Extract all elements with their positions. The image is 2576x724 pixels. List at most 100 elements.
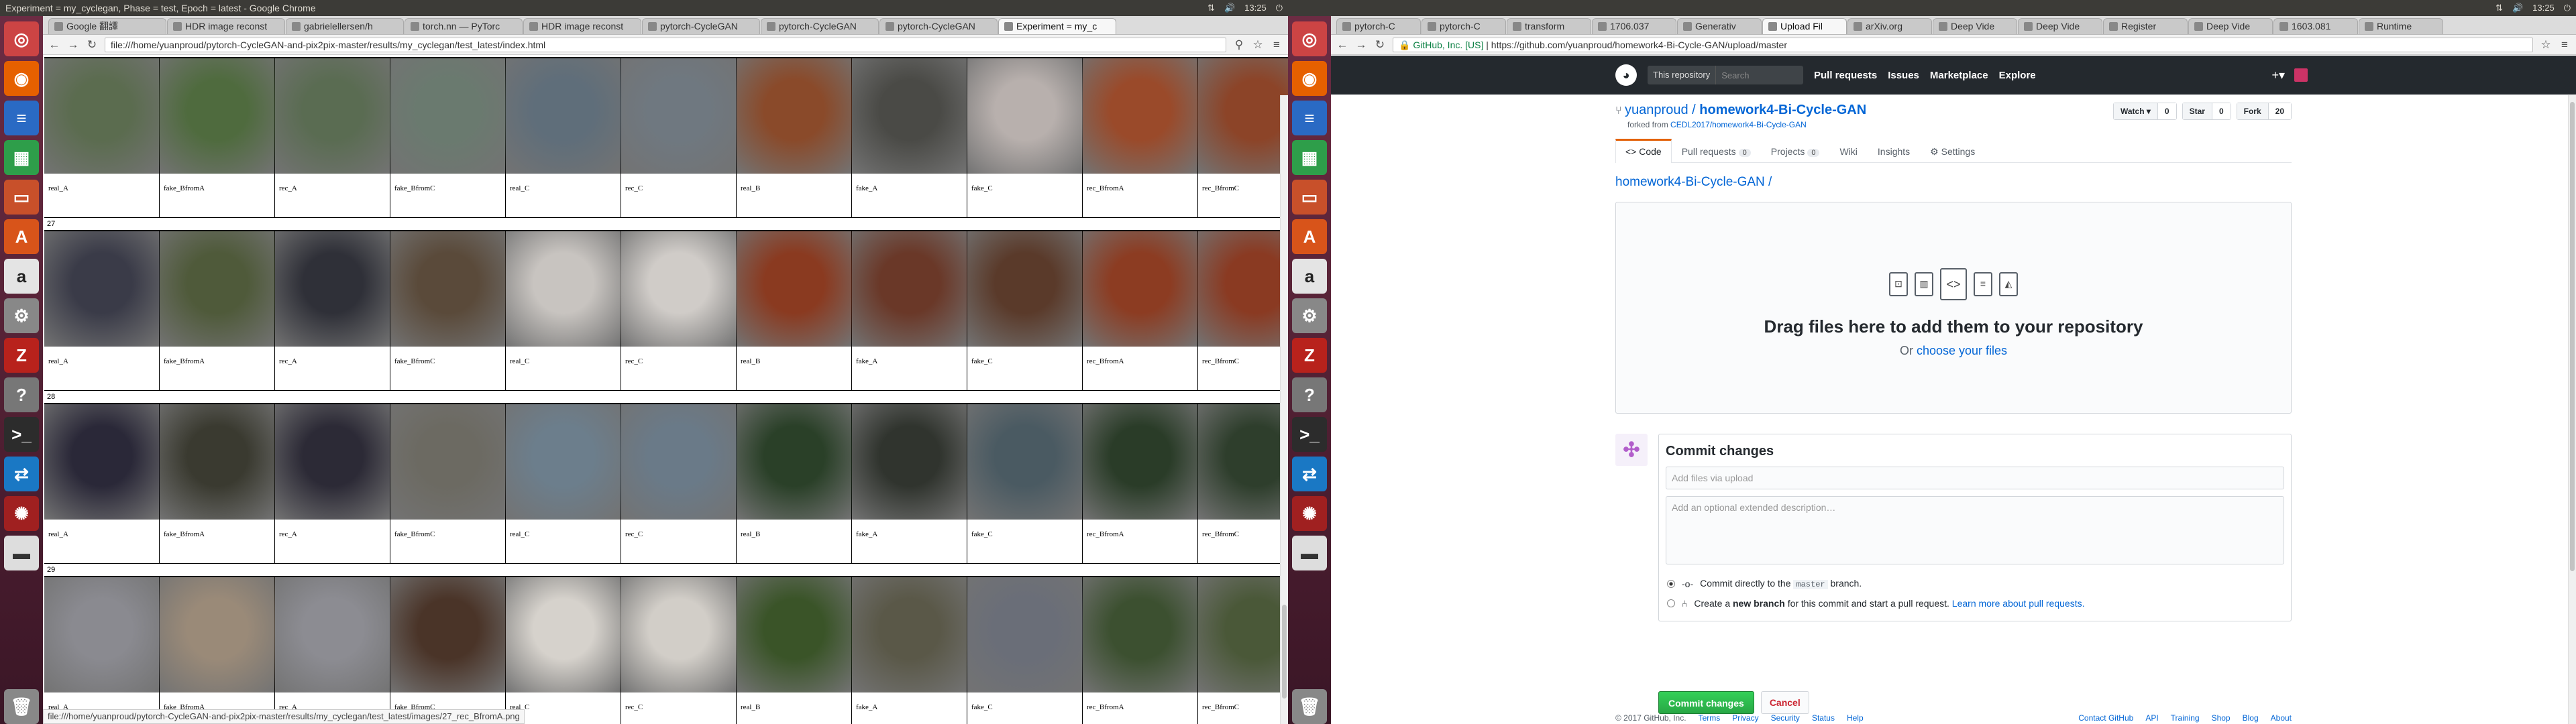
result-image[interactable] [967, 577, 1083, 692]
software-center-icon[interactable]: A [1292, 219, 1327, 254]
clock[interactable]: 13:25 [2532, 0, 2555, 16]
avatar[interactable]: ✣ [1615, 434, 1648, 466]
result-image[interactable] [44, 231, 160, 347]
footer-shop[interactable]: Shop [2212, 713, 2231, 723]
result-image[interactable] [160, 231, 275, 347]
result-image[interactable] [737, 58, 852, 174]
footer-api[interactable]: API [2145, 713, 2158, 723]
drive-icon[interactable]: ▬ [1292, 536, 1327, 570]
result-image[interactable] [967, 58, 1083, 174]
result-image[interactable] [390, 231, 506, 347]
help-icon[interactable]: ? [1292, 377, 1327, 412]
commit-description-textarea[interactable]: Add an optional extended description… [1666, 496, 2284, 564]
trash-icon[interactable]: 🗑 [1292, 689, 1327, 724]
bookmark-star-icon[interactable]: ☆ [2540, 38, 2552, 52]
result-image[interactable] [967, 404, 1083, 520]
upload-dropzone[interactable]: ⊡ ▥ <> ≡ ◭ Drag files here to add them t… [1615, 202, 2292, 414]
result-image[interactable] [44, 404, 160, 520]
drive-icon[interactable]: ▬ [4, 536, 39, 570]
result-image[interactable] [506, 58, 621, 174]
result-image[interactable] [160, 58, 275, 174]
tab[interactable]: gabrielellersen/h [286, 18, 404, 34]
tab[interactable]: HDR image reconst [523, 18, 641, 34]
network-icon[interactable]: ⇅ [1208, 0, 1215, 16]
writer-icon[interactable]: ≡ [4, 101, 39, 135]
unity-app-icon[interactable]: ✺ [1292, 496, 1327, 531]
nav-explore[interactable]: Explore [1999, 70, 2036, 81]
tab[interactable]: Deep Vide [2188, 18, 2273, 34]
nav-marketplace[interactable]: Marketplace [1930, 70, 1988, 81]
settings-icon[interactable]: ⚙ [4, 298, 39, 333]
result-image[interactable] [390, 577, 506, 692]
result-image[interactable] [737, 231, 852, 347]
github-logo-icon[interactable]: ◕ [1615, 64, 1637, 86]
tab-active[interactable]: Experiment = my_c [998, 18, 1116, 34]
result-image[interactable] [621, 58, 737, 174]
tab[interactable]: Register [2103, 18, 2188, 34]
tab[interactable]: Google 翻譯 [48, 18, 166, 34]
result-image[interactable] [737, 404, 852, 520]
amazon-icon[interactable]: a [4, 259, 39, 294]
help-icon[interactable]: ? [4, 377, 39, 412]
volume-icon[interactable]: 🔊 [1224, 0, 1235, 16]
tab[interactable]: transform [1507, 18, 1591, 34]
result-image[interactable] [1083, 58, 1198, 174]
search-box[interactable]: This repository Search [1648, 66, 1803, 84]
result-image[interactable] [275, 404, 390, 520]
result-image[interactable] [1198, 577, 1288, 692]
scrollbar[interactable] [2568, 95, 2576, 724]
result-image[interactable] [1198, 231, 1288, 347]
tab[interactable]: pytorch-CycleGAN [761, 18, 879, 34]
watch-count[interactable]: 0 [2157, 103, 2176, 119]
star-button[interactable]: Star 0 [2182, 103, 2231, 120]
writer-icon[interactable]: ≡ [1292, 101, 1327, 135]
tab[interactable]: Deep Vide [2018, 18, 2102, 34]
teamviewer-icon[interactable]: ⇄ [4, 457, 39, 491]
result-image[interactable] [621, 231, 737, 347]
firefox-icon[interactable]: ◉ [1292, 61, 1327, 96]
footer-status[interactable]: Status [1812, 713, 1835, 723]
tab[interactable]: pytorch-CycleGAN [879, 18, 998, 34]
choose-files-link[interactable]: choose your files [1917, 344, 2007, 357]
commit-branch-option[interactable]: ⑃ Create a new branch for this commit an… [1667, 598, 2084, 609]
tab[interactable]: pytorch-CycleGAN [642, 18, 760, 34]
radio-new-branch[interactable] [1667, 599, 1675, 607]
tab[interactable]: HDR image reconst [167, 18, 285, 34]
nav-pull-requests[interactable]: Pull requests [1814, 70, 1877, 81]
forward-icon[interactable]: → [1355, 38, 1367, 52]
bookmark-star-icon[interactable]: ☆ [1252, 38, 1264, 52]
result-image[interactable] [44, 577, 160, 692]
footer-about[interactable]: About [2271, 713, 2292, 723]
tab-pull-requests[interactable]: Pull requests 0 [1672, 139, 1761, 163]
firefox-icon[interactable]: ◉ [4, 61, 39, 96]
tab[interactable]: Runtime [2359, 18, 2443, 34]
volume-icon[interactable]: 🔊 [2512, 0, 2523, 16]
result-image[interactable] [621, 404, 737, 520]
tab[interactable]: 1706.037 [1592, 18, 1676, 34]
result-image[interactable] [852, 404, 967, 520]
tab[interactable]: Deep Vide [1933, 18, 2017, 34]
result-image[interactable] [506, 231, 621, 347]
scrollbar-thumb[interactable] [2570, 102, 2575, 571]
footer-security[interactable]: Security [1771, 713, 1800, 723]
tab[interactable]: torch.nn — PyTorc [405, 18, 523, 34]
result-image[interactable] [506, 404, 621, 520]
result-image[interactable] [506, 577, 621, 692]
result-image[interactable] [390, 404, 506, 520]
result-image[interactable] [390, 58, 506, 174]
result-image[interactable] [1083, 577, 1198, 692]
footer-blog[interactable]: Blog [2243, 713, 2259, 723]
result-image[interactable] [1083, 231, 1198, 347]
reload-icon[interactable]: ↻ [1374, 38, 1386, 52]
reload-icon[interactable]: ↻ [86, 38, 98, 52]
cancel-button[interactable]: Cancel [1760, 691, 1809, 714]
watch-button[interactable]: Watch ▾ 0 [2112, 103, 2177, 120]
scrollbar-thumb[interactable] [1282, 605, 1287, 699]
impress-icon[interactable]: ▭ [1292, 180, 1327, 215]
forked-from-link[interactable]: CEDL2017/homework4-Bi-Cycle-GAN [1670, 120, 1807, 129]
result-image[interactable] [160, 404, 275, 520]
footer-help[interactable]: Help [1847, 713, 1864, 723]
result-image[interactable] [1083, 404, 1198, 520]
back-icon[interactable]: ← [1336, 38, 1348, 52]
fork-count[interactable]: 20 [2268, 103, 2291, 119]
